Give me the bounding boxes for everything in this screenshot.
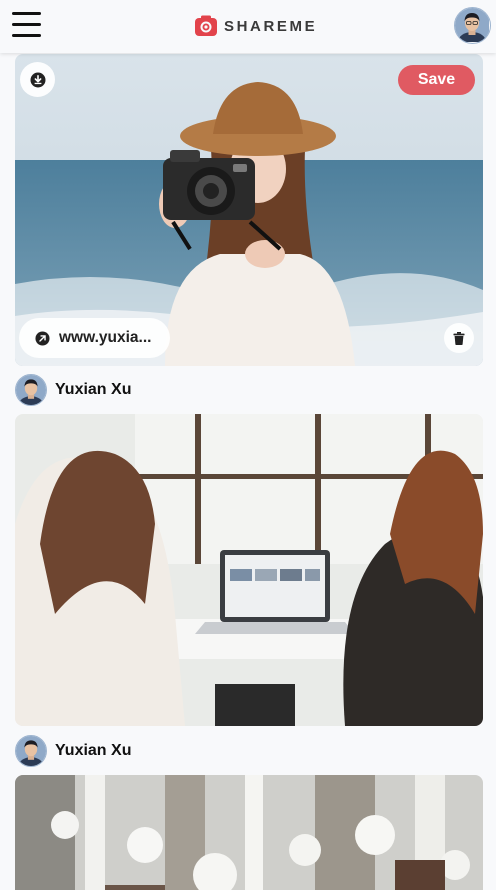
- pin-author[interactable]: Yuxian Xu: [15, 735, 131, 767]
- author-avatar: [15, 374, 47, 406]
- delete-button[interactable]: [444, 323, 474, 353]
- user-avatar[interactable]: [454, 7, 491, 44]
- pin-card[interactable]: [15, 414, 483, 726]
- author-name: Yuxian Xu: [55, 381, 132, 398]
- app-root: SHAREME Save www.yuxia... Yuxian Xu Yuxi…: [0, 0, 496, 890]
- author-name: Yuxian Xu: [55, 742, 132, 759]
- save-button[interactable]: Save: [398, 65, 475, 95]
- two-women-at-laptop-photo: [15, 414, 483, 726]
- destination-link-text: www.yuxia...: [59, 329, 152, 346]
- arrow-up-right-icon: [35, 330, 50, 346]
- app-logo[interactable]: SHAREME: [194, 13, 317, 39]
- author-avatar: [15, 735, 47, 767]
- white-flowers-window-photo: [15, 775, 483, 890]
- camera-icon: [195, 15, 217, 36]
- hamburger-menu-icon[interactable]: [12, 11, 42, 39]
- destination-link[interactable]: www.yuxia...: [19, 318, 170, 358]
- pin-card[interactable]: Save www.yuxia...: [15, 54, 483, 366]
- pin-author[interactable]: Yuxian Xu: [15, 374, 131, 406]
- top-nav-bar: SHAREME: [0, 0, 496, 53]
- download-button[interactable]: [20, 62, 55, 97]
- download-icon: [30, 72, 45, 87]
- app-name: SHAREME: [224, 17, 318, 35]
- trash-icon: [453, 331, 465, 345]
- pin-card[interactable]: [15, 775, 483, 890]
